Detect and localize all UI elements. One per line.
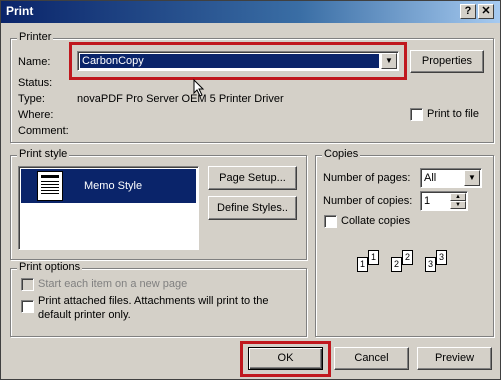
collate-page: 2 [402, 250, 413, 265]
print-style-group-label: Print style [17, 148, 70, 160]
window-title: Print [6, 4, 34, 18]
printer-group-label: Printer [17, 31, 54, 43]
spin-up-icon[interactable]: ▲ [450, 193, 466, 201]
page-setup-button[interactable]: Page Setup... [208, 166, 297, 190]
collate-copies-checkbox[interactable] [324, 215, 337, 228]
collate-page: 3 [425, 257, 436, 272]
print-to-file-label: Print to file [427, 108, 479, 120]
copies-group-label: Copies [322, 148, 361, 160]
collate-page: 1 [357, 257, 368, 272]
print-options-group-label: Print options [17, 261, 83, 273]
ok-button[interactable]: OK [248, 347, 323, 370]
number-of-copies-input[interactable]: 1 ▲ ▼ [420, 191, 468, 211]
define-styles-button[interactable]: Define Styles.. [208, 196, 297, 220]
cancel-button[interactable]: Cancel [334, 347, 409, 370]
type-label: Type: [18, 93, 45, 105]
collate-page: 3 [436, 250, 447, 265]
chevron-down-icon[interactable]: ▼ [464, 170, 480, 186]
collate-page: 1 [368, 250, 379, 265]
number-of-pages-label: Number of pages: [323, 172, 411, 184]
type-value: novaPDF Pro Server OEM 5 Printer Driver [77, 93, 284, 105]
number-of-pages-value: All [424, 172, 437, 184]
chevron-down-icon[interactable]: ▼ [381, 53, 397, 69]
print-to-file-checkbox[interactable] [410, 108, 423, 121]
print-attached-label: Print attached files. Attachments will p… [38, 295, 269, 321]
print-style-list[interactable]: Memo Style [18, 166, 199, 250]
print-attached-checkbox[interactable] [21, 300, 34, 313]
status-label: Status: [18, 77, 53, 89]
preview-button[interactable]: Preview [417, 347, 492, 370]
title-bar[interactable]: Print ? ✕ [1, 1, 500, 23]
collate-copies-label: Collate copies [341, 215, 411, 227]
number-of-copies-value: 1 [424, 195, 431, 207]
start-each-item-label: Start each item on a new page [38, 278, 188, 290]
memo-style-label: Memo Style [84, 180, 143, 192]
style-list-item-memo[interactable]: Memo Style [21, 169, 196, 203]
start-each-item-checkbox[interactable] [21, 278, 34, 291]
number-of-pages-select[interactable]: All ▼ [420, 168, 482, 188]
where-label: Where: [18, 109, 54, 121]
number-of-copies-label: Number of copies: [323, 195, 413, 207]
collate-page: 2 [391, 257, 402, 272]
print-dialog: Print ? ✕ Printer Name: CarbonCopy ▼ Pro… [0, 0, 501, 380]
properties-button[interactable]: Properties [410, 50, 484, 73]
comment-label: Comment: [18, 125, 69, 137]
printer-name-value: CarbonCopy [79, 53, 380, 69]
help-button[interactable]: ? [460, 4, 476, 19]
name-label: Name: [18, 56, 51, 68]
memo-style-icon [37, 171, 63, 201]
spin-down-icon[interactable]: ▼ [450, 201, 466, 209]
printer-name-select[interactable]: CarbonCopy ▼ [77, 51, 399, 71]
close-button[interactable]: ✕ [478, 4, 494, 19]
